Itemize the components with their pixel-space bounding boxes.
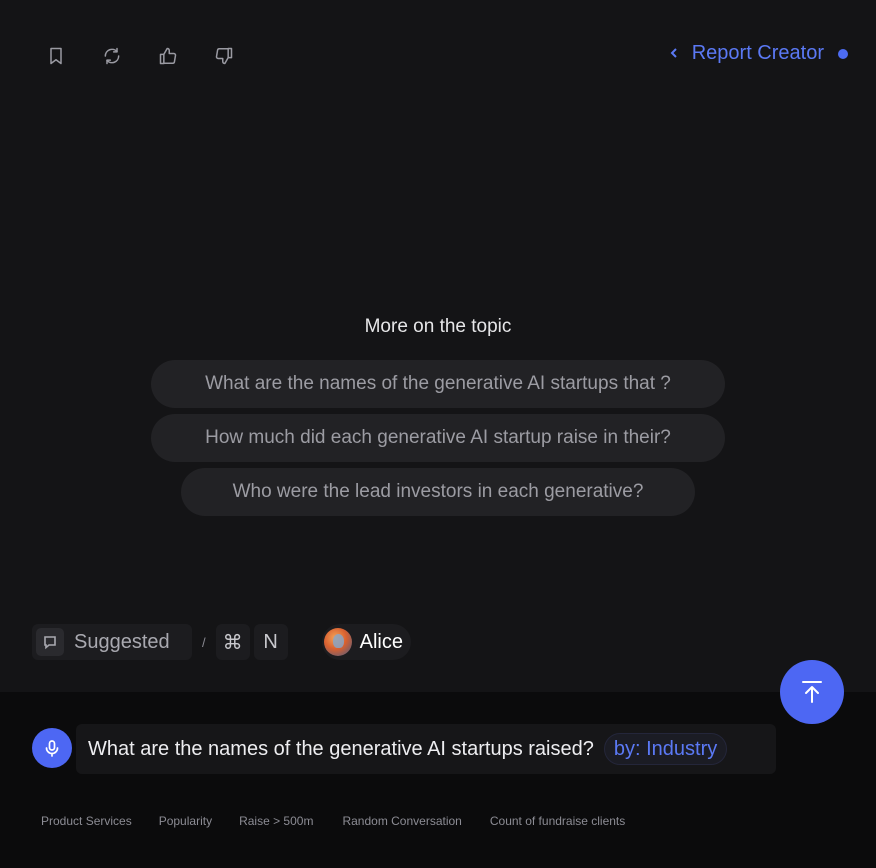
suggestion-item[interactable]: What are the names of the generative AI … — [151, 360, 725, 408]
message-actions-toolbar — [40, 40, 240, 72]
voice-input-button[interactable] — [32, 728, 72, 768]
refresh-icon — [104, 47, 120, 65]
scroll-to-top-button[interactable] — [780, 660, 844, 724]
arrow-up-to-top-icon — [802, 681, 822, 703]
thumbs-up-button[interactable] — [152, 40, 184, 72]
query-text: What are the names of the generative AI … — [88, 737, 594, 760]
filter-tag[interactable]: by: Industry — [603, 733, 728, 765]
suggested-label: Suggested — [74, 630, 170, 653]
avatar — [323, 628, 352, 656]
report-creator-link[interactable]: Report Creator — [668, 42, 848, 65]
user-name: Alice — [359, 630, 403, 653]
thumbs-down-icon — [215, 47, 233, 65]
command-key: ⌘ — [215, 624, 250, 660]
thumbs-up-icon — [159, 47, 177, 65]
thumbs-down-button[interactable] — [208, 40, 240, 72]
suggested-button[interactable]: Suggested — [32, 624, 192, 660]
quick-link[interactable]: Popularity — [159, 814, 212, 828]
quick-link[interactable]: Count of fundraise clients — [490, 814, 625, 828]
chevron-left-icon — [668, 42, 680, 65]
composer-controls: Suggested / ⌘ N Alice — [32, 624, 411, 660]
composer-panel — [0, 692, 876, 868]
bookmark-button[interactable] — [40, 40, 72, 72]
suggestion-list: What are the names of the generative AI … — [0, 360, 876, 516]
quick-link[interactable]: Random Conversation — [342, 814, 461, 828]
regenerate-button[interactable] — [96, 40, 128, 72]
topic-title: More on the topic — [364, 316, 512, 337]
quick-link[interactable]: Raise > 500m — [239, 814, 313, 828]
suggestion-item[interactable]: How much did each generative AI startup … — [151, 414, 725, 462]
bookmark-icon — [50, 47, 62, 65]
microphone-icon — [45, 740, 59, 757]
report-creator-label: Report Creator — [691, 42, 824, 64]
chat-bubble-icon — [36, 628, 64, 656]
quick-links: Product Services Popularity Raise > 500m… — [41, 814, 625, 828]
query-input[interactable]: What are the names of the generative AI … — [76, 724, 776, 774]
user-chip[interactable]: Alice — [321, 624, 411, 660]
suggestion-item[interactable]: Who were the lead investors in each gene… — [181, 468, 695, 516]
n-key: N — [253, 624, 288, 660]
quick-link[interactable]: Product Services — [41, 814, 132, 828]
status-dot — [838, 48, 848, 59]
shortcut-separator: / — [202, 634, 206, 650]
